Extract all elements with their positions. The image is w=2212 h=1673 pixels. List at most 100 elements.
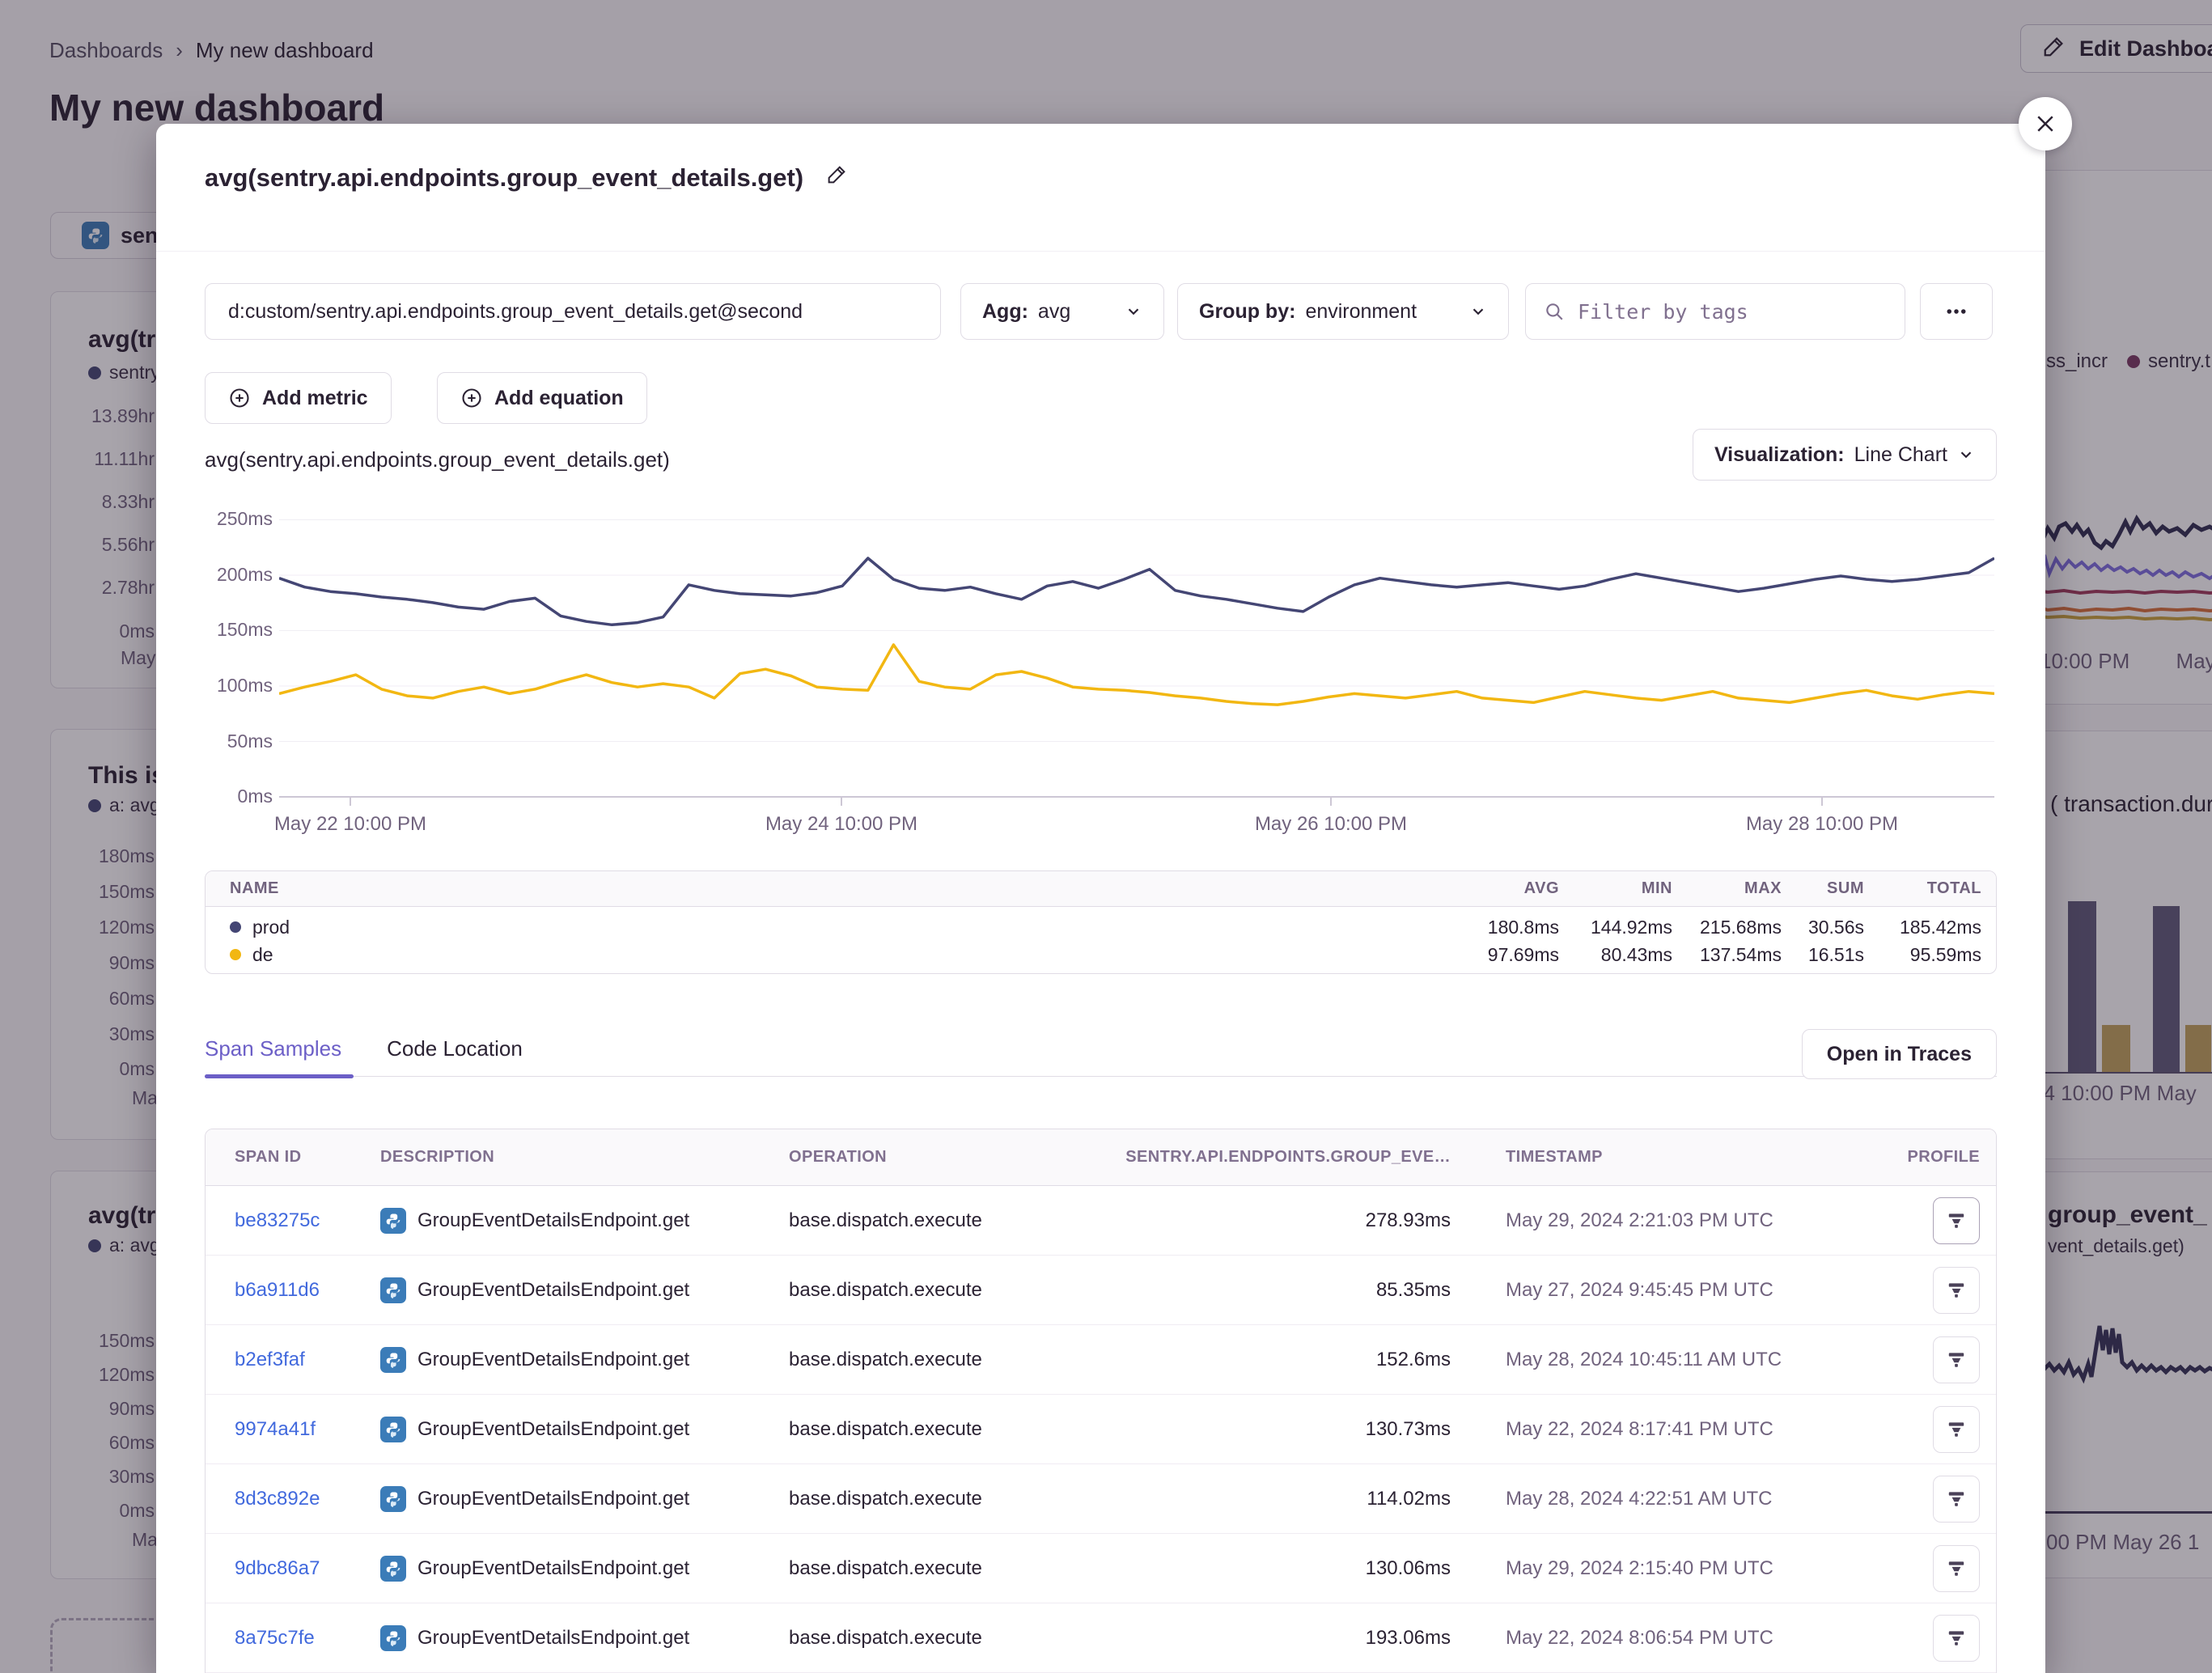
y-axis-tick: 150ms	[192, 619, 273, 641]
series-dot-de	[230, 949, 241, 960]
group-by-label: Group by:	[1199, 300, 1295, 323]
span-table-row: 9974a41f GroupEventDetailsEndpoint.get b…	[206, 1395, 1996, 1464]
metric-details-modal: avg(sentry.api.endpoints.group_event_det…	[156, 124, 2045, 1673]
span-duration: 193.06ms	[1056, 1627, 1451, 1650]
chevron-down-icon	[1469, 303, 1487, 320]
span-operation: base.dispatch.execute	[789, 1349, 1056, 1371]
span-description: GroupEventDetailsEndpoint.get	[417, 1627, 689, 1650]
span-id-link[interactable]: 8a75c7fe	[235, 1627, 315, 1649]
span-timestamp: May 28, 2024 10:45:11 AM UTC	[1451, 1349, 1907, 1371]
close-button[interactable]	[2019, 97, 2072, 150]
x-axis-tick: May 22 10:00 PM	[229, 813, 472, 836]
more-options-button[interactable]	[1920, 283, 1993, 340]
python-icon	[380, 1486, 406, 1512]
span-timestamp: May 22, 2024 8:06:54 PM UTC	[1451, 1627, 1907, 1650]
summary-header-row: NAME AVG MIN MAX SUM TOTAL	[206, 871, 1996, 907]
span-timestamp: May 22, 2024 8:17:41 PM UTC	[1451, 1418, 1907, 1441]
metric-query-input[interactable]: d:custom/sentry.api.endpoints.group_even…	[205, 283, 941, 340]
visualization-dropdown[interactable]: Visualization: Line Chart	[1693, 429, 1997, 481]
profile-icon	[1946, 1349, 1967, 1370]
span-table-row: 8d3c892e GroupEventDetailsEndpoint.get b…	[206, 1464, 1996, 1534]
span-table-row: 9dbc86a7 GroupEventDetailsEndpoint.get b…	[206, 1534, 1996, 1603]
span-duration: 152.6ms	[1056, 1349, 1451, 1371]
span-duration: 85.35ms	[1056, 1279, 1451, 1302]
x-axis-tick: May 28 10:00 PM	[1701, 813, 1943, 836]
col-profile: PROFILE	[1891, 1148, 1980, 1167]
profile-icon	[1946, 1210, 1967, 1231]
profile-icon	[1946, 1419, 1967, 1440]
span-id-link[interactable]: 9974a41f	[235, 1418, 316, 1440]
chevron-down-icon	[1125, 303, 1142, 320]
plus-circle-icon	[460, 387, 483, 409]
detail-tabs: Span Samples Code Location	[205, 1036, 523, 1061]
summary-row-de[interactable]: de 97.69ms 80.43ms 137.54ms 16.51s 95.59…	[206, 942, 1996, 973]
col-description: DESCRIPTION	[380, 1148, 789, 1167]
span-table-row: b6a911d6 GroupEventDetailsEndpoint.get b…	[206, 1256, 1996, 1325]
python-icon	[380, 1417, 406, 1442]
add-equation-button[interactable]: Add equation	[437, 372, 647, 424]
add-metric-label: Add metric	[262, 387, 368, 410]
agg-value: avg	[1038, 300, 1070, 323]
span-id-link[interactable]: b6a911d6	[235, 1279, 320, 1301]
series-summary-table: NAME AVG MIN MAX SUM TOTAL prod 180.8ms …	[205, 870, 1997, 974]
summary-col-sum: SUM	[1782, 879, 1864, 898]
summary-row-prod[interactable]: prod 180.8ms 144.92ms 215.68ms 30.56s 18…	[206, 912, 1996, 942]
visualization-label: Visualization:	[1714, 443, 1845, 467]
profile-button[interactable]	[1933, 1267, 1980, 1314]
close-icon	[2033, 112, 2057, 136]
group-by-value: environment	[1305, 300, 1417, 323]
span-duration: 130.06ms	[1056, 1557, 1451, 1580]
col-timestamp: TIMESTAMP	[1451, 1148, 1891, 1167]
summary-col-avg: AVG	[1438, 879, 1559, 898]
open-in-traces-button[interactable]: Open in Traces	[1802, 1029, 1997, 1079]
span-table-row: be83275c GroupEventDetailsEndpoint.get b…	[206, 1186, 1996, 1256]
python-icon	[380, 1208, 406, 1234]
span-description: GroupEventDetailsEndpoint.get	[417, 1488, 689, 1510]
profile-button[interactable]	[1933, 1197, 1980, 1244]
active-tab-indicator	[205, 1074, 354, 1078]
header-divider	[156, 251, 2045, 252]
span-id-link[interactable]: 9dbc86a7	[235, 1557, 320, 1579]
tab-code-location[interactable]: Code Location	[387, 1036, 523, 1061]
profile-button[interactable]	[1933, 1406, 1980, 1453]
span-description: GroupEventDetailsEndpoint.get	[417, 1557, 689, 1580]
span-timestamp: May 29, 2024 2:21:03 PM UTC	[1451, 1209, 1907, 1232]
visualization-value: Line Chart	[1854, 443, 1947, 467]
span-timestamp: May 29, 2024 2:15:40 PM UTC	[1451, 1557, 1907, 1580]
span-table-row: 8a75c7fe GroupEventDetailsEndpoint.get b…	[206, 1603, 1996, 1673]
span-id-link[interactable]: be83275c	[235, 1209, 320, 1231]
span-operation: base.dispatch.execute	[789, 1418, 1056, 1441]
y-axis-tick: 250ms	[192, 508, 273, 530]
span-duration: 278.93ms	[1056, 1209, 1451, 1232]
span-id-link[interactable]: b2ef3faf	[235, 1349, 305, 1370]
col-metric-value: SENTRY.API.ENDPOINTS.GROUP_EVE…	[1056, 1148, 1451, 1167]
profile-icon	[1946, 1558, 1967, 1579]
filter-by-tags-input[interactable]: Filter by tags	[1525, 283, 1905, 340]
profile-button[interactable]	[1933, 1545, 1980, 1592]
filter-placeholder: Filter by tags	[1578, 300, 1748, 324]
profile-button[interactable]	[1933, 1336, 1980, 1383]
span-description: GroupEventDetailsEndpoint.get	[417, 1209, 689, 1232]
group-by-dropdown[interactable]: Group by: environment	[1177, 283, 1509, 340]
edit-title-pencil-icon[interactable]	[824, 163, 849, 193]
span-id-link[interactable]: 8d3c892e	[235, 1488, 320, 1510]
tab-span-samples[interactable]: Span Samples	[205, 1036, 341, 1061]
profile-icon	[1946, 1489, 1967, 1510]
profile-button[interactable]	[1933, 1615, 1980, 1662]
agg-dropdown[interactable]: Agg:avg	[960, 283, 1164, 340]
add-metric-button[interactable]: Add metric	[205, 372, 392, 424]
plus-circle-icon	[228, 387, 251, 409]
open-in-traces-label: Open in Traces	[1827, 1043, 1972, 1066]
y-axis-tick: 100ms	[192, 675, 273, 697]
y-axis-tick: 200ms	[192, 564, 273, 586]
chevron-down-icon	[1957, 446, 1975, 464]
profile-button[interactable]	[1933, 1476, 1980, 1523]
span-operation: base.dispatch.execute	[789, 1209, 1056, 1232]
add-equation-label: Add equation	[494, 387, 624, 410]
col-operation: OPERATION	[789, 1148, 1056, 1167]
span-duration: 114.02ms	[1056, 1488, 1451, 1510]
x-axis-tick: May 24 10:00 PM	[720, 813, 963, 836]
summary-col-min: MIN	[1559, 879, 1672, 898]
x-axis-tick: May 26 10:00 PM	[1210, 813, 1452, 836]
python-icon	[380, 1347, 406, 1373]
